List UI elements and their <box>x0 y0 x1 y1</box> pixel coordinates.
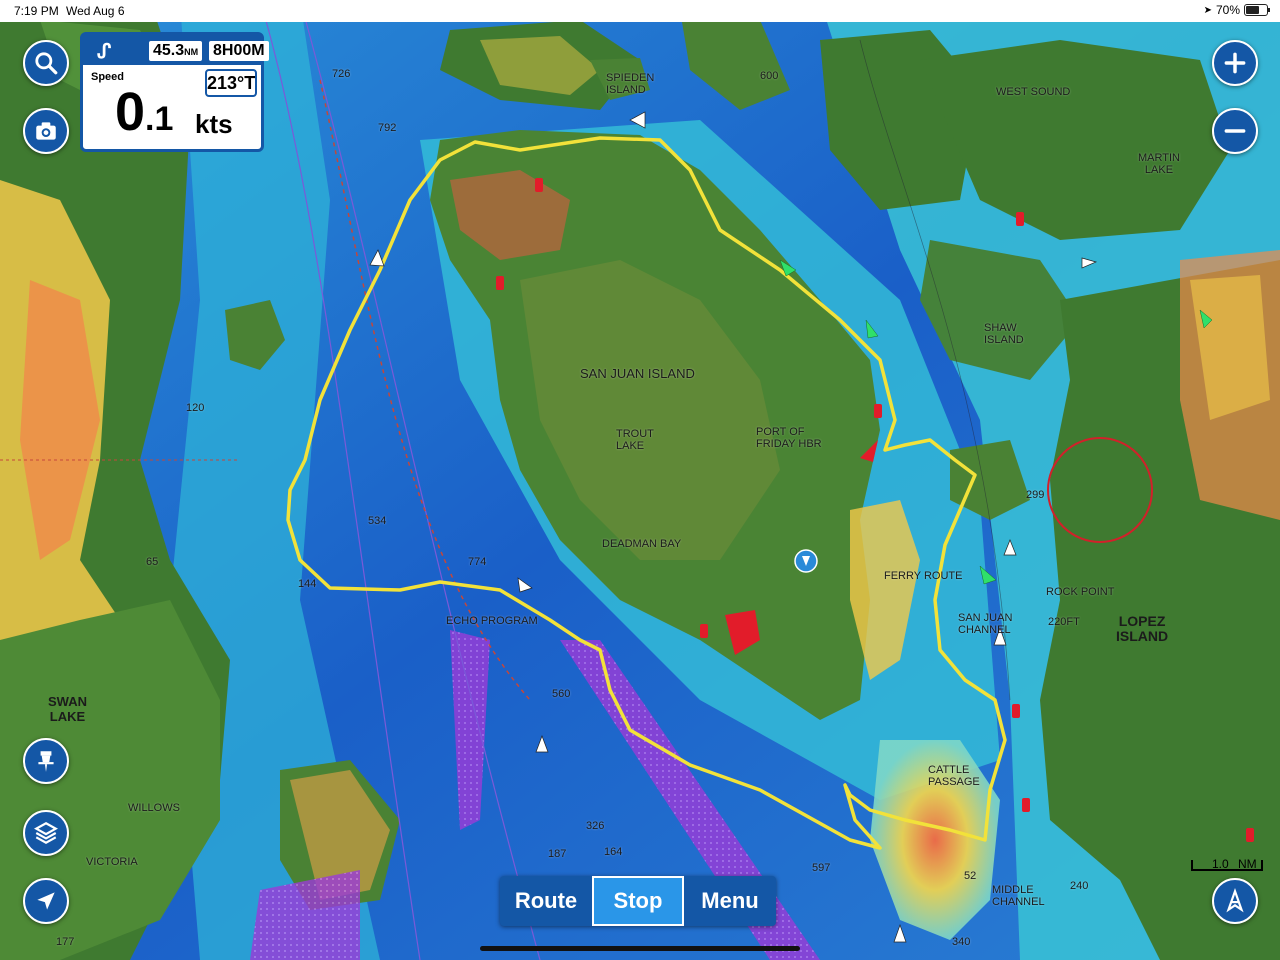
search-button[interactable] <box>23 40 69 86</box>
speed-panel[interactable]: ᔑ 45.3NM 8H00M Speed 213°T 0.1 kts <box>80 32 269 152</box>
depth-52: 52 <box>964 870 977 882</box>
zoom-in-icon <box>1224 52 1246 74</box>
depth-600: 600 <box>760 70 779 82</box>
speed-unit: kts <box>195 109 233 139</box>
location-arrow-icon <box>37 892 55 910</box>
label-lopez-island: LOPEZ ISLAND <box>1116 613 1169 644</box>
depth-560: 560 <box>552 688 571 700</box>
speed-whole: 0 <box>115 82 146 142</box>
zoom-in-button[interactable] <box>1212 40 1258 86</box>
route-button[interactable]: Route <box>500 876 592 926</box>
zoom-out-button[interactable] <box>1212 108 1258 154</box>
distance-value: 45.3 <box>153 42 185 59</box>
scale-unit: NM <box>1238 857 1257 871</box>
depth-65: 65 <box>146 556 159 568</box>
status-bar: 7:19 PM Wed Aug 6 ➤ 70% <box>0 0 1280 22</box>
depth-120: 120 <box>186 402 205 414</box>
home-indicator[interactable] <box>480 946 800 951</box>
depth-187: 187 <box>548 848 567 860</box>
menu-button[interactable]: Menu <box>684 876 776 926</box>
label-trout-lake: TROUT LAKE <box>616 428 654 452</box>
app-logo-icon: ᔑ <box>97 41 112 63</box>
layers-button[interactable] <box>23 810 69 856</box>
depth-299: 299 <box>1026 489 1045 501</box>
pin-icon <box>38 751 54 772</box>
status-date: Wed Aug 6 <box>66 4 125 18</box>
label-middle-channel: MIDDLE CHANNEL <box>992 884 1045 908</box>
depth-534: 534 <box>368 515 387 527</box>
label-deadman-bay: DEADMAN BAY <box>602 538 682 550</box>
location-button[interactable] <box>23 878 69 924</box>
distance-unit: NM <box>184 47 199 57</box>
stop-button[interactable]: Stop <box>592 876 684 926</box>
label-echo-program: ECHO PROGRAM <box>446 615 538 627</box>
label-willows: WILLOWS <box>128 802 180 814</box>
status-right: ➤ 70% <box>1203 3 1270 17</box>
camera-icon <box>36 122 56 140</box>
label-martin-lake: MARTIN LAKE <box>1138 152 1180 176</box>
depth-597: 597 <box>812 862 831 874</box>
speed-value: 0.1 <box>115 85 173 146</box>
label-cattle-passage: CATTLE PASSAGE <box>928 764 980 788</box>
label-san-juan-island: SAN JUAN ISLAND <box>580 366 695 381</box>
heading-readout: 213°T <box>205 69 257 97</box>
time-remaining: 8H00M <box>209 41 269 61</box>
layers-icon <box>34 822 58 844</box>
depth-240: 240 <box>1070 880 1089 892</box>
location-services-icon: ➤ <box>1203 4 1212 16</box>
label-swan-lake: SWAN LAKE <box>48 694 87 724</box>
bottom-toolbar: Route Stop Menu <box>500 876 776 926</box>
label-port-of-friday-hbr: PORT OF FRIDAY HBR <box>756 426 822 450</box>
distance-readout: 45.3NM <box>149 41 203 61</box>
label-west-sound: WEST SOUND <box>996 86 1071 98</box>
depth-220ft: 220FT <box>1048 616 1080 628</box>
scale-bar: 1.0 NM <box>1190 856 1264 876</box>
depth-144: 144 <box>298 578 317 590</box>
depth-177: 177 <box>56 936 75 948</box>
follow-icon <box>1226 888 1244 913</box>
depth-326: 326 <box>586 820 605 832</box>
speed-decimal: .1 <box>145 100 174 138</box>
follow-mode-button[interactable] <box>1212 878 1258 924</box>
label-san-juan-channel: SAN JUAN CHANNEL <box>958 612 1013 636</box>
map-marker-icon <box>794 549 818 573</box>
depth-340: 340 <box>952 936 971 948</box>
label-shaw-island: SHAW ISLAND <box>984 322 1024 346</box>
depth-774: 774 <box>468 556 487 568</box>
depth-164: 164 <box>604 846 623 858</box>
depth-726: 726 <box>332 68 351 80</box>
battery-icon <box>1244 4 1270 16</box>
label-rock-point: ROCK POINT <box>1046 586 1115 598</box>
depth-792: 792 <box>378 122 397 134</box>
camera-button[interactable] <box>23 108 69 154</box>
battery-percent: 70% <box>1215 3 1240 17</box>
scale-value: 1.0 <box>1212 857 1229 871</box>
pin-button[interactable] <box>23 738 69 784</box>
label-victoria: VICTORIA <box>86 856 138 868</box>
search-icon <box>35 52 58 75</box>
zoom-out-icon <box>1224 129 1246 133</box>
status-time: 7:19 PM <box>14 4 59 18</box>
label-spieden-island: SPIEDEN ISLAND <box>606 72 655 96</box>
label-ferry-route: FERRY ROUTE <box>884 570 963 582</box>
